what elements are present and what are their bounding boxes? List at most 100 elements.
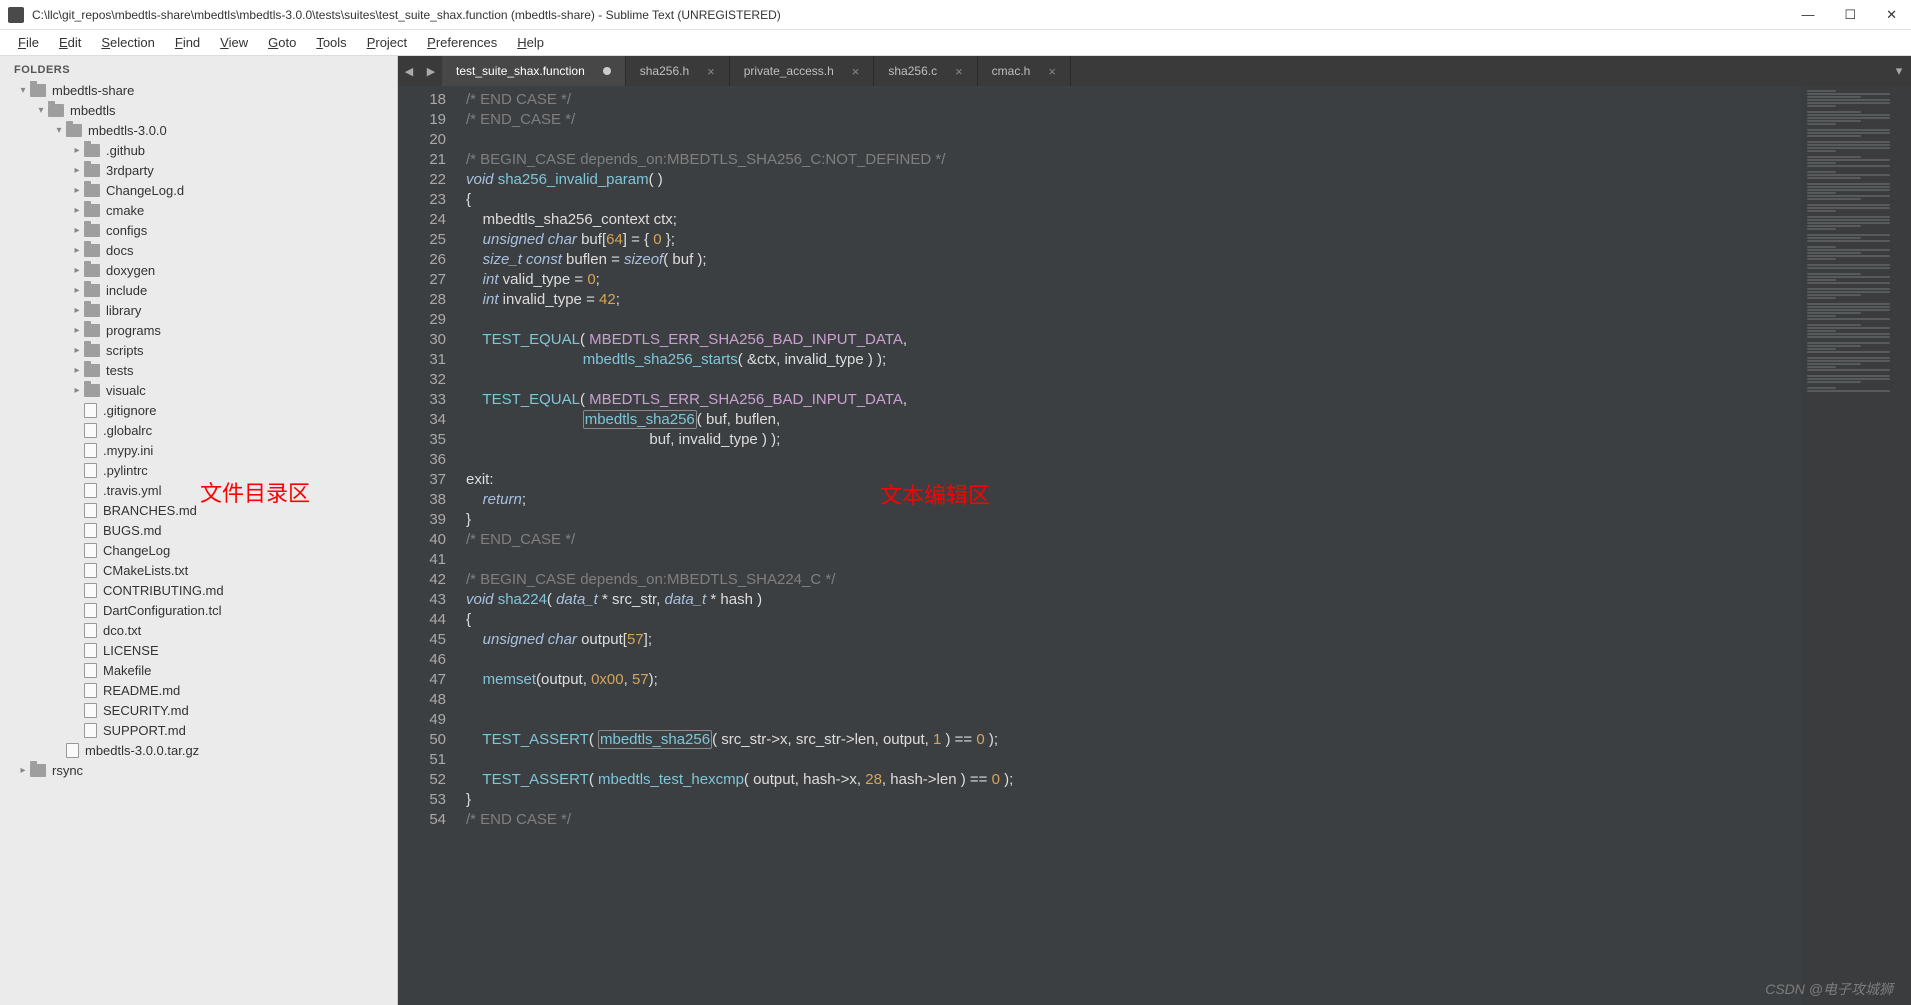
- tab-close-icon[interactable]: ×: [852, 64, 860, 79]
- expand-arrow-icon[interactable]: ▸: [18, 765, 28, 776]
- line-number[interactable]: 36: [398, 450, 446, 470]
- line-number[interactable]: 34: [398, 410, 446, 430]
- minimap[interactable]: [1801, 86, 1911, 1005]
- expand-arrow-icon[interactable]: ▾: [54, 125, 64, 136]
- code-line[interactable]: TEST_EQUAL( MBEDTLS_ERR_SHA256_BAD_INPUT…: [466, 330, 1801, 350]
- line-number[interactable]: 48: [398, 690, 446, 710]
- code-line[interactable]: int invalid_type = 42;: [466, 290, 1801, 310]
- code-line[interactable]: unsigned char output[57];: [466, 630, 1801, 650]
- line-number[interactable]: 19: [398, 110, 446, 130]
- file-item[interactable]: .globalrc: [0, 420, 397, 440]
- close-button[interactable]: ✕: [1880, 7, 1903, 23]
- code-line[interactable]: TEST_ASSERT( mbedtls_test_hexcmp( output…: [466, 770, 1801, 790]
- expand-arrow-icon[interactable]: ▾: [18, 85, 28, 96]
- file-item[interactable]: .mypy.ini: [0, 440, 397, 460]
- tab-test-suite-shax-function[interactable]: test_suite_shax.function: [442, 56, 626, 86]
- file-item[interactable]: README.md: [0, 680, 397, 700]
- line-number[interactable]: 39: [398, 510, 446, 530]
- code-line[interactable]: buf, invalid_type ) );: [466, 430, 1801, 450]
- line-number[interactable]: 23: [398, 190, 446, 210]
- code-line[interactable]: [466, 690, 1801, 710]
- expand-arrow-icon[interactable]: ▸: [72, 185, 82, 196]
- code-line[interactable]: int valid_type = 0;: [466, 270, 1801, 290]
- code-line[interactable]: mbedtls_sha256_starts( &ctx, invalid_typ…: [466, 350, 1801, 370]
- line-number[interactable]: 27: [398, 270, 446, 290]
- folder-item[interactable]: ▸scripts: [0, 340, 397, 360]
- line-number[interactable]: 18: [398, 90, 446, 110]
- expand-arrow-icon[interactable]: ▸: [72, 285, 82, 296]
- code-line[interactable]: memset(output, 0x00, 57);: [466, 670, 1801, 690]
- expand-arrow-icon[interactable]: ▸: [72, 165, 82, 176]
- line-number[interactable]: 22: [398, 170, 446, 190]
- menu-view[interactable]: View: [210, 35, 258, 50]
- folder-item[interactable]: ▸configs: [0, 220, 397, 240]
- line-number[interactable]: 49: [398, 710, 446, 730]
- line-number[interactable]: 41: [398, 550, 446, 570]
- line-number[interactable]: 30: [398, 330, 446, 350]
- code-line[interactable]: TEST_ASSERT( mbedtls_sha256( src_str->x,…: [466, 730, 1801, 750]
- expand-arrow-icon[interactable]: ▸: [72, 145, 82, 156]
- folder-item[interactable]: ▸tests: [0, 360, 397, 380]
- menu-goto[interactable]: Goto: [258, 35, 306, 50]
- line-number[interactable]: 42: [398, 570, 446, 590]
- file-item[interactable]: BRANCHES.md: [0, 500, 397, 520]
- line-number[interactable]: 50: [398, 730, 446, 750]
- file-item[interactable]: dco.txt: [0, 620, 397, 640]
- code-line[interactable]: /* BEGIN_CASE depends_on:MBEDTLS_SHA224_…: [466, 570, 1801, 590]
- tab-sha256-c[interactable]: sha256.c×: [874, 56, 977, 86]
- menu-preferences[interactable]: Preferences: [417, 35, 507, 50]
- expand-arrow-icon[interactable]: ▸: [72, 265, 82, 276]
- menu-selection[interactable]: Selection: [91, 35, 164, 50]
- expand-arrow-icon[interactable]: ▸: [72, 305, 82, 316]
- folder-item[interactable]: ▸programs: [0, 320, 397, 340]
- folder-item[interactable]: ▾mbedtls-3.0.0: [0, 120, 397, 140]
- code-line[interactable]: /* BEGIN_CASE depends_on:MBEDTLS_SHA256_…: [466, 150, 1801, 170]
- folder-item[interactable]: ▸docs: [0, 240, 397, 260]
- tab-nav-right[interactable]: ▶: [420, 56, 442, 86]
- maximize-button[interactable]: ☐: [1838, 7, 1862, 23]
- file-item[interactable]: mbedtls-3.0.0.tar.gz: [0, 740, 397, 760]
- folder-item[interactable]: ▸3rdparty: [0, 160, 397, 180]
- line-number[interactable]: 31: [398, 350, 446, 370]
- file-item[interactable]: .travis.yml: [0, 480, 397, 500]
- line-number[interactable]: 35: [398, 430, 446, 450]
- line-number[interactable]: 46: [398, 650, 446, 670]
- code-line[interactable]: TEST_EQUAL( MBEDTLS_ERR_SHA256_BAD_INPUT…: [466, 390, 1801, 410]
- line-number[interactable]: 33: [398, 390, 446, 410]
- line-number[interactable]: 37: [398, 470, 446, 490]
- expand-arrow-icon[interactable]: ▸: [72, 325, 82, 336]
- expand-arrow-icon[interactable]: ▸: [72, 345, 82, 356]
- code-content[interactable]: /* END CASE *//* END_CASE */ /* BEGIN_CA…: [456, 86, 1801, 1005]
- code-line[interactable]: void sha256_invalid_param( ): [466, 170, 1801, 190]
- menu-help[interactable]: Help: [507, 35, 554, 50]
- file-item[interactable]: ChangeLog: [0, 540, 397, 560]
- file-item[interactable]: .pylintrc: [0, 460, 397, 480]
- folder-item[interactable]: ▾mbedtls-share: [0, 80, 397, 100]
- folder-item[interactable]: ▸rsync: [0, 760, 397, 780]
- code-line[interactable]: [466, 710, 1801, 730]
- line-number[interactable]: 20: [398, 130, 446, 150]
- code-line[interactable]: [466, 370, 1801, 390]
- file-item[interactable]: .gitignore: [0, 400, 397, 420]
- line-number[interactable]: 28: [398, 290, 446, 310]
- expand-arrow-icon[interactable]: ▾: [36, 105, 46, 116]
- folder-item[interactable]: ▸library: [0, 300, 397, 320]
- tab-sha256-h[interactable]: sha256.h×: [626, 56, 730, 86]
- folder-item[interactable]: ▾mbedtls: [0, 100, 397, 120]
- code-line[interactable]: }: [466, 790, 1801, 810]
- expand-arrow-icon[interactable]: ▸: [72, 365, 82, 376]
- line-number[interactable]: 47: [398, 670, 446, 690]
- tab-close-icon[interactable]: ×: [955, 64, 963, 79]
- code-line[interactable]: [466, 550, 1801, 570]
- file-item[interactable]: SUPPORT.md: [0, 720, 397, 740]
- code-line[interactable]: [466, 450, 1801, 470]
- code-line[interactable]: /* END CASE */: [466, 90, 1801, 110]
- line-number[interactable]: 25: [398, 230, 446, 250]
- menu-find[interactable]: Find: [165, 35, 210, 50]
- line-number[interactable]: 24: [398, 210, 446, 230]
- menu-edit[interactable]: Edit: [49, 35, 91, 50]
- menu-tools[interactable]: Tools: [306, 35, 356, 50]
- code-line[interactable]: [466, 130, 1801, 150]
- tab-menu-button[interactable]: ▾: [1887, 56, 1911, 86]
- code-line[interactable]: {: [466, 190, 1801, 210]
